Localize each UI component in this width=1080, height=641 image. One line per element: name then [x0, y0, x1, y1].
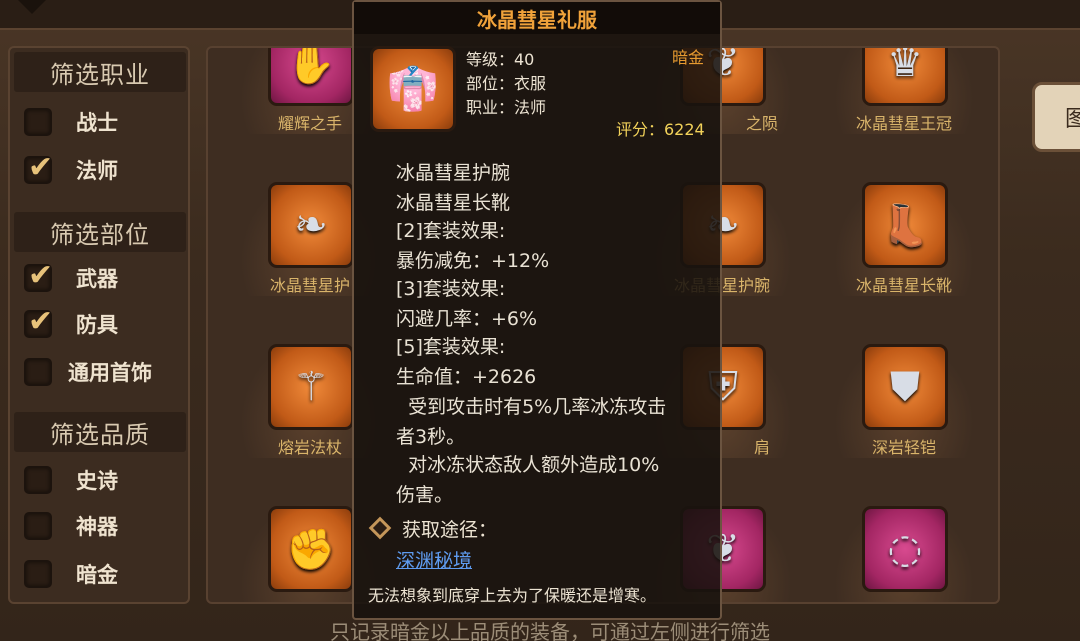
- filter-quality-dark-gold[interactable]: 暗金: [24, 554, 184, 594]
- set-bonus-header: [2]套装效果:: [396, 220, 506, 242]
- item-class: 职业：法师: [466, 98, 547, 117]
- item-score: 评分：6224: [616, 120, 705, 139]
- filter-label: 通用首饰: [68, 361, 152, 385]
- filter-class-warrior[interactable]: 战士: [24, 102, 184, 142]
- filter-slot-armor[interactable]: 防具: [24, 304, 184, 344]
- quality-filter-header: 筛选品质: [14, 412, 186, 452]
- set-bonus-header: [3]套装效果:: [396, 278, 506, 300]
- source-row: 获取途径：: [368, 514, 498, 542]
- equipment-cell[interactable]: ◌: [806, 492, 998, 602]
- filter-quality-epic[interactable]: 史诗: [24, 460, 184, 500]
- circlet-icon: ◌: [862, 506, 948, 592]
- gauntlet-icon: ✊: [268, 506, 354, 592]
- staff-icon: ⚚: [268, 344, 354, 430]
- flavor-text: 无法想象到底穿上去为了保暖还是增寒。: [368, 586, 657, 605]
- set-bonus-header: [5]套装效果:: [396, 336, 506, 358]
- equipment-cell[interactable]: ⛊ 深岩轻铠: [806, 330, 998, 480]
- checkbox-checked-icon[interactable]: [24, 304, 53, 339]
- checkbox-checked-icon[interactable]: [24, 150, 53, 185]
- equipment-name: 深岩轻铠: [871, 438, 936, 457]
- filter-label: 防具: [76, 313, 118, 337]
- filter-label: 法师: [76, 159, 118, 183]
- equipment-cell[interactable]: 👢 冰晶彗星长靴: [806, 168, 998, 318]
- checkbox-unchecked-icon[interactable]: [24, 466, 52, 494]
- filter-label: 武器: [76, 267, 118, 291]
- filter-quality-artifact[interactable]: 神器: [24, 506, 184, 546]
- source-label: 获取途径：: [402, 518, 498, 541]
- filter-label: 暗金: [76, 563, 118, 587]
- glove-icon: ✋: [268, 48, 354, 106]
- top-notch: [18, 0, 46, 14]
- checkbox-unchecked-icon[interactable]: [24, 512, 52, 540]
- robe-icon: 👘: [370, 46, 456, 132]
- set-bonus-effect: 对冰冻状态敌人额外造成10%: [396, 454, 660, 476]
- bracer-icon: ❧: [268, 182, 354, 268]
- diamond-icon: [368, 516, 392, 540]
- side-tab[interactable]: 图: [1032, 82, 1080, 152]
- checkbox-unchecked-icon[interactable]: [24, 560, 52, 588]
- equipment-cell[interactable]: ♛ 冰晶彗星王冠: [806, 48, 998, 156]
- equipment-name: 冰晶彗星王冠: [855, 114, 952, 133]
- crown-icon: ♛: [862, 48, 948, 106]
- set-bonus-effect: 者3秒。: [396, 426, 466, 448]
- slot-filter-header: 筛选部位: [14, 212, 186, 252]
- item-tooltip: 冰晶彗星礼服 👘 等级：40 部位：衣服 职业：法师 暗金 评分：6224 冰晶…: [352, 0, 722, 620]
- filter-label: 史诗: [76, 469, 118, 493]
- filter-slot-accessory[interactable]: 通用首饰: [24, 352, 184, 392]
- filter-slot-weapon[interactable]: 武器: [24, 258, 184, 298]
- source-link[interactable]: 深渊秘境: [396, 546, 472, 573]
- armor-icon: ⛊: [862, 344, 948, 430]
- set-bonus-effect: 受到攻击时有5%几率冰冻攻击: [396, 396, 667, 418]
- filter-label: 神器: [76, 515, 118, 539]
- item-level: 等级：40: [466, 50, 535, 69]
- filter-label: 战士: [76, 111, 118, 135]
- item-slot: 部位：衣服: [466, 74, 547, 93]
- set-piece: 冰晶彗星长靴: [396, 192, 511, 214]
- set-bonus-effect: 生命值：+2626: [396, 366, 537, 388]
- filter-class-mage[interactable]: 法师: [24, 150, 184, 190]
- checkbox-unchecked-icon[interactable]: [24, 108, 52, 136]
- checkbox-checked-icon[interactable]: [24, 258, 53, 293]
- item-quality: 暗金: [672, 48, 705, 67]
- filter-panel: 筛选职业 战士 法师 筛选部位 武器 防具 通用首饰 筛选品质 史诗 神器 暗金: [8, 46, 190, 604]
- item-title: 冰晶彗星礼服: [354, 2, 720, 34]
- checkbox-unchecked-icon[interactable]: [24, 358, 52, 386]
- equipment-name: 冰晶彗星长靴: [855, 276, 952, 295]
- set-bonus-effect: 暴伤减免：+12%: [396, 250, 550, 272]
- boots-icon: 👢: [862, 182, 948, 268]
- class-filter-header: 筛选职业: [14, 52, 186, 92]
- set-bonus-effect: 闪避几率：+6%: [396, 308, 538, 330]
- set-piece: 冰晶彗星护腕: [396, 162, 511, 184]
- set-bonus-effect: 伤害。: [396, 484, 454, 506]
